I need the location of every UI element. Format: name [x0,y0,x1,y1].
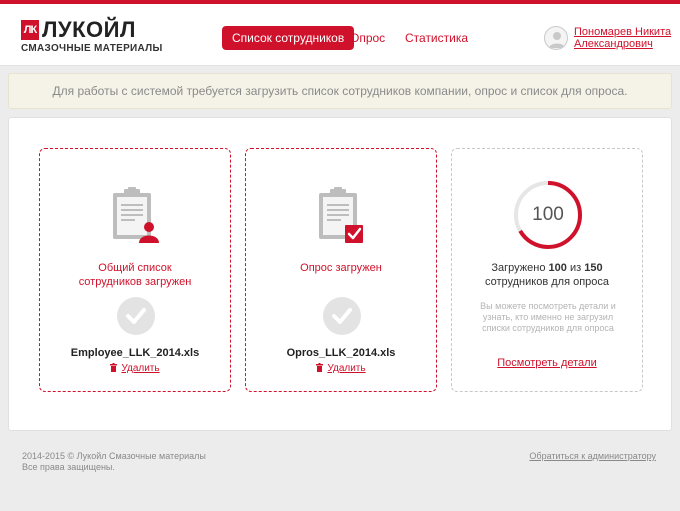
progress-value: 100 [532,204,564,225]
user-name-link[interactable]: Пономарев Никита Александрович [574,26,671,50]
survey-filename: Opros_LLK_2014.xls [286,347,396,359]
delete-label: Удалить [327,363,366,374]
stats-description: Вы можете посмотреть детали и узнать, кт… [480,301,616,333]
logo-subtitle: СМАЗОЧНЫЕ МАТЕРИАЛЫ [21,43,163,54]
checkmark-icon [117,297,155,335]
main-panel: Общий список сотрудников загружен Employ… [8,117,672,431]
trash-icon [110,363,118,372]
delete-label: Удалить [121,363,160,374]
delete-survey-button[interactable]: Удалить [246,363,436,374]
checkmark-icon [323,297,361,335]
stats-card: 100 Загружено 100 из 150 сотрудников для… [451,148,643,392]
stats-summary: Загружено 100 из 150 сотрудников для опр… [484,262,610,288]
user-name-second: Александрович [574,38,653,50]
delete-employees-button[interactable]: Удалить [40,363,230,374]
user-profile[interactable]: Пономарев Никита Александрович [544,26,674,56]
copyright: 2014-2015 © Лукойл Смазочные материалы В… [22,451,206,472]
avatar-icon [544,26,568,50]
nav-item-survey[interactable]: Опрос [350,26,385,50]
header: ЛК ЛУКОЙЛ СМАЗОЧНЫЕ МАТЕРИАЛЫ Список сот… [0,4,680,66]
footer: 2014-2015 © Лукойл Смазочные материалы В… [0,440,680,511]
info-notice: Для работы с системой требуется загрузит… [8,73,672,109]
employees-filename: Employee_LLK_2014.xls [70,347,200,359]
nav-item-employees[interactable]: Список сотрудников [222,26,355,50]
view-details-link[interactable]: Посмотреть детали [452,357,642,369]
contact-admin-link[interactable]: Обратиться к администратору [529,451,656,461]
logo-name: ЛУКОЙЛ [42,17,136,42]
user-name-first: Пономарев Никита [574,26,672,38]
clipboard-user-icon [110,187,162,245]
trash-icon [316,363,324,372]
employees-card-title: Общий список сотрудников загружен [78,262,192,288]
logo-mark: ЛК [21,20,39,40]
logo[interactable]: ЛК ЛУКОЙЛ СМАЗОЧНЫЕ МАТЕРИАЛЫ [21,17,162,60]
employees-card: Общий список сотрудников загружен Employ… [39,148,231,392]
clipboard-check-icon [316,187,368,245]
nav-item-statistics[interactable]: Статистика [405,26,468,50]
survey-card-title: Опрос загружен [300,262,382,274]
survey-card: Опрос загружен Opros_LLK_2014.xls Удалит… [245,148,437,392]
